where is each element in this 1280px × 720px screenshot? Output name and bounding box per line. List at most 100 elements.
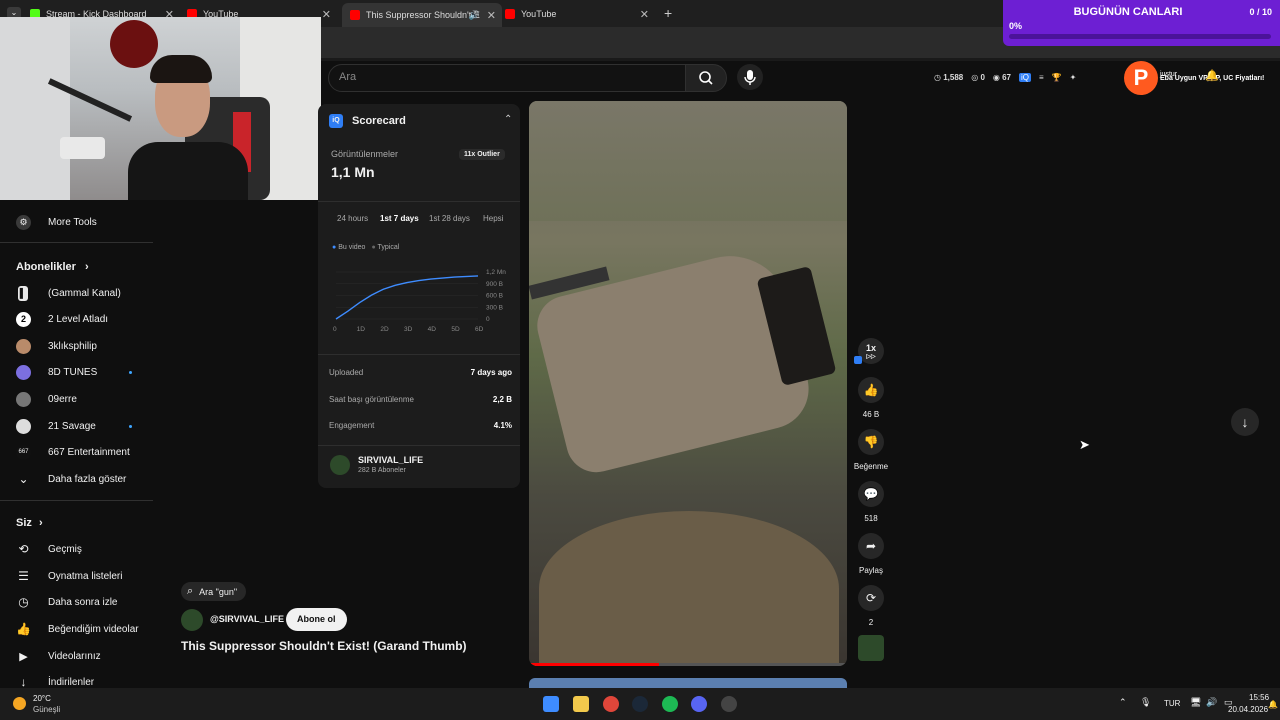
outlier-badge: 11x Outlier — [459, 149, 505, 160]
notification-icon[interactable]: 🔔 — [1268, 700, 1278, 709]
range-tab-7d[interactable]: 1st 7 days — [380, 214, 419, 223]
sidebar-item-channel[interactable]: 2 2 Level Atladı — [16, 309, 108, 329]
y-tick-label: 900 B — [486, 281, 503, 288]
sidebar-item-playlists[interactable]: ☰ Oynatma listeleri — [16, 566, 122, 586]
chrome-icon[interactable] — [603, 696, 619, 712]
views-label: Görüntülenmeler — [331, 149, 399, 159]
language-indicator[interactable]: TUR — [1164, 699, 1180, 708]
playlist-icon: ☰ — [18, 569, 29, 583]
share-button[interactable]: ➦ — [858, 533, 884, 559]
thumbs-down-icon: 👎 — [863, 435, 879, 449]
mouse-cursor-icon: ➤ — [1079, 437, 1090, 452]
tab-label: YouTube — [521, 9, 557, 19]
sidebar-item-label: More Tools — [48, 216, 97, 228]
range-tab-all[interactable]: Hepsi — [483, 214, 503, 223]
sidebar-item-channel[interactable]: 667 667 Entertainment — [16, 442, 130, 462]
channel-avatar[interactable] — [181, 609, 203, 631]
sidebar-item-label: 667 Entertainment — [48, 446, 130, 458]
channel-avatar: ▌ — [18, 285, 28, 301]
subscriptions-heading[interactable]: Abonelikler › — [16, 261, 89, 273]
sidebar-item-channel[interactable]: 3klıksphilip — [16, 336, 97, 356]
range-tab-28d[interactable]: 1st 28 days — [429, 214, 470, 223]
divider — [318, 201, 520, 202]
like-button[interactable]: 👍 — [858, 377, 884, 403]
sidebar-item-channel[interactable]: 8D TUNES — [16, 362, 97, 382]
series-line — [335, 275, 479, 320]
close-icon[interactable]: ✕ — [640, 8, 649, 21]
legend-this-video: ● Bu video — [332, 244, 366, 251]
next-video-button[interactable]: ↓ — [1231, 408, 1259, 436]
remix-button[interactable]: ⟳ — [858, 585, 884, 611]
youtube-icon — [350, 10, 360, 20]
show-more-button[interactable]: ⌄ Daha fazla göster — [16, 469, 126, 489]
obs-icon[interactable] — [721, 696, 737, 712]
channel-handle[interactable]: @SIRVIVAL_LIFE — [210, 614, 284, 624]
microphone-icon[interactable]: 🎙 — [1140, 697, 1151, 708]
hourly-views-label: Saat başı görüntülenme — [329, 395, 414, 404]
sidebar-item-channel[interactable]: ▌ (Gammal Kanal) — [16, 283, 121, 303]
subscribe-button[interactable]: Abone ol — [286, 608, 347, 631]
x-tick-label: 0 — [333, 326, 337, 333]
volume-icon[interactable]: 🔊 — [1206, 697, 1217, 708]
search-button[interactable] — [685, 64, 727, 92]
sidebar-item-watch-later[interactable]: ◷ Daha sonra izle — [16, 592, 117, 612]
spotify-icon[interactable] — [662, 696, 678, 712]
chevron-up-icon[interactable]: ⌃ — [1119, 697, 1127, 708]
list-icon[interactable]: ≡ — [1039, 73, 1044, 82]
trophy-icon[interactable]: 🏆 — [1052, 73, 1062, 82]
file-explorer-icon[interactable] — [573, 696, 589, 712]
search-input[interactable]: Ara — [328, 64, 687, 92]
channel-name[interactable]: SIRVIVAL_LIFE — [358, 455, 423, 465]
sidebar-item-liked[interactable]: 👍 Beğendiğim videolar — [16, 619, 139, 639]
overlay-percent: 0% — [1009, 21, 1023, 31]
live-dot — [129, 425, 132, 428]
you-heading[interactable]: Siz › — [16, 517, 43, 529]
close-icon[interactable]: ✕ — [487, 9, 496, 22]
dislike-button[interactable]: 👎 — [858, 429, 884, 455]
channel-avatar — [16, 364, 31, 380]
collapse-chevron-icon[interactable]: ⌃ — [504, 114, 512, 125]
sidebar-item-channel[interactable]: 21 Savage — [16, 416, 96, 436]
steam-icon[interactable] — [632, 696, 648, 712]
remix-count: 2 — [868, 618, 874, 627]
next-short-preview[interactable] — [529, 678, 847, 688]
tab-youtube-2[interactable]: YouTube ✕ — [505, 4, 655, 24]
speaker-icon[interactable]: 🔊 — [469, 10, 480, 21]
y-tick-label: 1,2 Mn — [486, 269, 506, 276]
sidebar-item-label: (Gammal Kanal) — [48, 287, 121, 299]
chart-legend: ● Bu video ● Typical — [332, 244, 399, 251]
channel-avatar[interactable] — [330, 455, 350, 475]
close-icon[interactable]: ✕ — [322, 8, 331, 21]
sidebar-item-channel[interactable]: 09erre — [16, 389, 77, 409]
y-tick-label: 0 — [486, 316, 490, 323]
person-hair — [150, 55, 212, 83]
tab-video-active[interactable]: This Suppressor Shouldn't E 🔊 ✕ — [342, 3, 502, 27]
microphone-icon — [744, 70, 756, 85]
shorts-video-player[interactable] — [529, 101, 847, 666]
discord-icon[interactable] — [691, 696, 707, 712]
clock-icon: ◷ — [18, 595, 29, 609]
channel-thumbnail[interactable] — [858, 635, 884, 661]
bell-icon[interactable]: 🔔 — [1205, 69, 1219, 82]
sidebar-item-your-videos[interactable]: ▶ Videolarınız — [16, 646, 100, 666]
clock-date[interactable]: 20.04.2026 — [1228, 705, 1268, 714]
sidebar-item-more-tools[interactable]: ⚙ More Tools — [16, 212, 97, 232]
voice-search-button[interactable] — [737, 64, 763, 90]
windows-start-icon[interactable] — [543, 696, 559, 712]
clock-time[interactable]: 15:56 — [1249, 693, 1269, 702]
sidebar-item-label: Beğendiğim videolar — [48, 623, 139, 635]
comments-button[interactable]: 💬 — [858, 481, 884, 507]
range-tab-24h[interactable]: 24 hours — [337, 214, 368, 223]
tab-label: This Suppressor Shouldn't E — [366, 10, 480, 20]
live-dot — [129, 371, 132, 374]
speed-label: 1x — [865, 342, 876, 353]
new-tab-button[interactable]: + — [664, 5, 672, 21]
search-chip[interactable]: ⌕ Ara "gun" — [181, 582, 247, 601]
overlay-progress-bar — [1009, 34, 1271, 39]
network-icon[interactable]: 🖥 — [1190, 697, 1201, 708]
sidebar-item-history[interactable]: ⟲ Geçmiş — [16, 539, 81, 559]
sparkle-icon[interactable]: ✦ — [1070, 73, 1077, 82]
header-stats: ◷ 1,588 ◎ 0 ◉ 67 iQ ≡ 🏆 ✦ — [934, 69, 1076, 85]
scorecard-panel: iQ Scorecard ⌃ Görüntülenmeler 1,1 Mn 11… — [318, 104, 520, 488]
vidiq-icon[interactable]: iQ — [1019, 72, 1031, 82]
